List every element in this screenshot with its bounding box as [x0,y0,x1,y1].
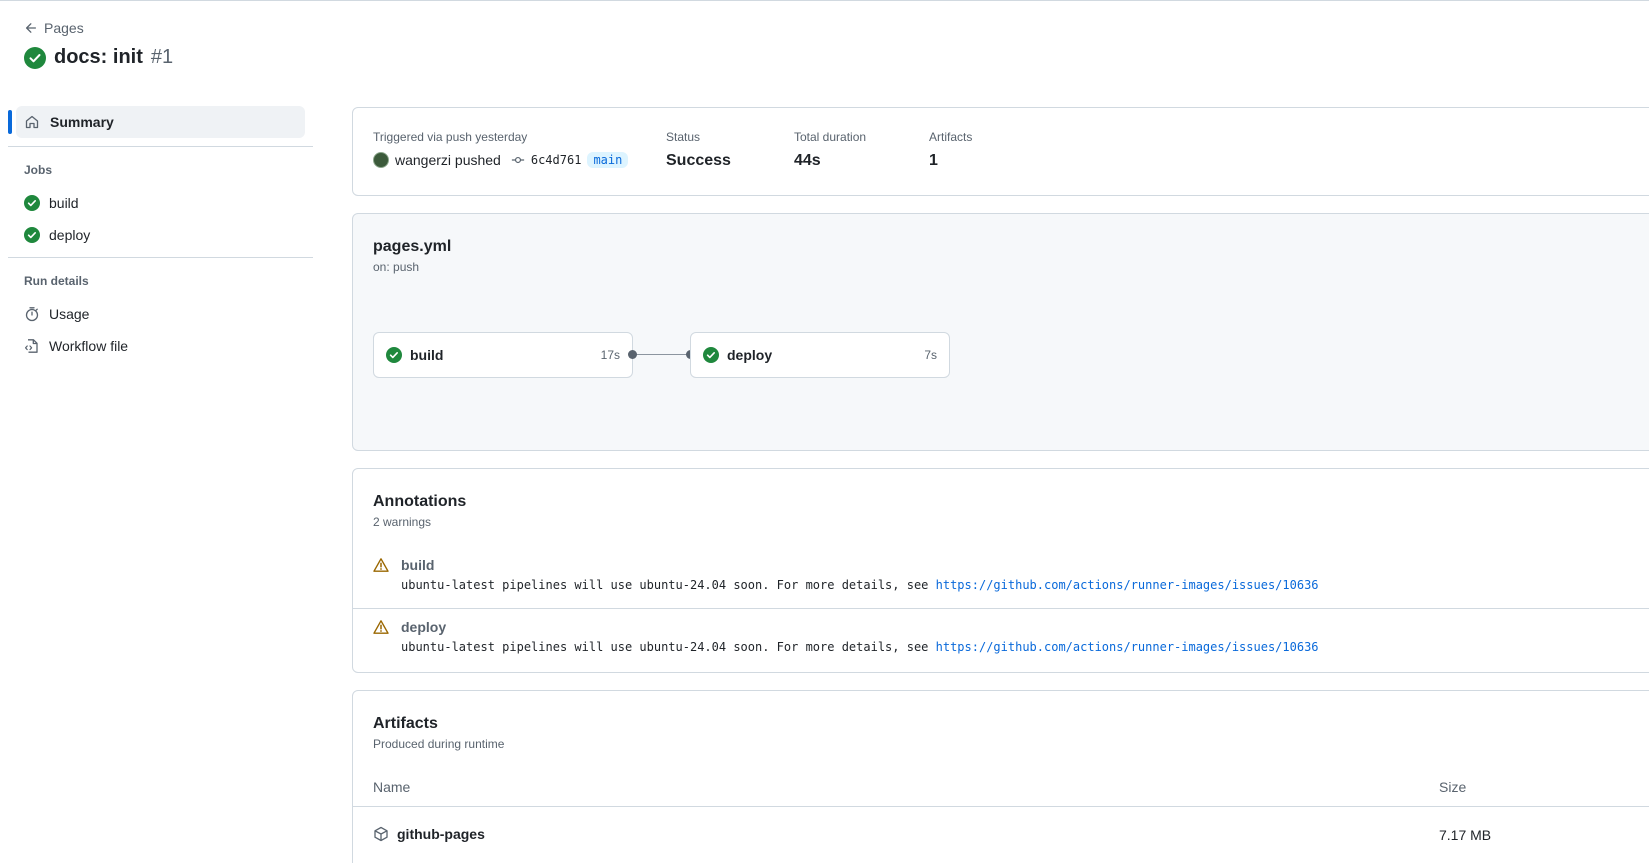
run-details-heading: Run details [24,274,89,288]
artifact-size: 7.17 MB [1439,827,1492,843]
check-circle-icon [24,46,46,69]
sidebar-item-label: Usage [49,306,90,322]
sidebar-item-build[interactable]: build [8,187,313,219]
sidebar-item-usage[interactable]: Usage [8,298,313,330]
artifacts-table-header: Name Size [353,767,1649,807]
trigger-label: Triggered via push yesterday [373,130,528,144]
trigger-info: Triggered via push yesterday wangerzi pu… [373,130,629,168]
sidebar-item-label: Summary [50,114,114,130]
annotation-message: ubuntu-latest pipelines will use ubuntu-… [401,578,1319,592]
alert-icon [373,620,389,634]
check-circle-icon [24,227,40,243]
annotations-panel: Annotations 2 warnings build ubuntu-late… [352,468,1649,673]
sidebar-item-label: build [49,195,79,211]
annotation-title[interactable]: deploy [401,619,446,635]
annotations-subtitle: 2 warnings [373,515,432,529]
divider [8,257,313,258]
package-icon [374,826,388,842]
status-label: Status [666,130,701,144]
run-title-text: docs: init [54,46,143,68]
page-title: docs: init #1 [24,46,173,69]
job-card-build[interactable]: build 17s [373,332,633,378]
workflow-trigger: on: push [373,260,420,274]
top-border [0,0,1649,1]
home-icon [25,115,39,129]
sidebar: Summary Jobs build deploy Run details Us… [8,106,313,362]
alert-icon [373,558,389,572]
artifact-name: github-pages [397,826,485,842]
sidebar-item-deploy[interactable]: deploy [8,219,313,251]
job-name: build [410,347,444,363]
status-block: Status Success [666,130,731,170]
branch-badge[interactable]: main [587,152,629,168]
check-circle-icon [24,195,40,211]
trigger-details: wangerzi pushed 6c4d761 main [373,152,629,168]
artifacts-label: Artifacts [929,130,973,144]
connector-dot [628,350,637,359]
artifacts-panel: Artifacts Produced during runtime Name S… [352,690,1649,863]
job-connector [633,354,691,355]
annotations-title: Annotations [373,493,467,510]
annotation-item: build ubuntu-latest pipelines will use u… [353,547,1649,611]
column-size: Size [1439,779,1467,795]
active-indicator [8,110,12,134]
table-row: github-pages 7.17 MB [353,808,1649,863]
annotation-item: deploy ubuntu-latest pipelines will use … [353,608,1649,672]
artifacts-count-block: Artifacts 1 [929,130,972,170]
back-link-label: Pages [44,20,84,36]
column-name: Name [373,779,411,795]
workflow-graph-panel: pages.yml on: push build 17s deploy 7s [352,213,1649,451]
sidebar-item-workflow-file[interactable]: Workflow file [8,330,313,362]
job-duration: 7s [924,348,937,362]
commit-link[interactable]: 6c4d761 [531,153,582,167]
actor-text: wangerzi pushed [395,152,501,168]
workflow-name: pages.yml [373,238,452,255]
annotation-link[interactable]: https://github.com/actions/runner-images… [936,578,1319,592]
check-circle-icon [703,347,719,363]
run-summary-panel: Triggered via push yesterday wangerzi pu… [352,107,1649,196]
annotation-text: ubuntu-latest pipelines will use ubuntu-… [401,578,936,592]
sidebar-item-summary[interactable]: Summary [8,106,305,138]
sidebar-item-label: Workflow file [49,338,129,354]
check-circle-icon [386,347,402,363]
artifacts-subtitle: Produced during runtime [373,737,505,751]
stopwatch-icon [25,307,39,322]
sidebar-item-label: deploy [49,227,91,243]
status-value: Success [666,152,731,169]
divider [8,146,313,147]
duration-label: Total duration [794,130,867,144]
file-code-icon [25,339,38,353]
duration-value: 44s [794,152,821,169]
avatar[interactable] [373,152,389,168]
job-card-deploy[interactable]: deploy 7s [690,332,950,378]
jobs-heading: Jobs [24,163,53,177]
git-commit-icon [511,156,524,164]
annotation-title[interactable]: build [401,557,434,573]
artifact-link[interactable]: github-pages [373,826,485,842]
annotation-link[interactable]: https://github.com/actions/runner-images… [936,640,1319,654]
annotation-message: ubuntu-latest pipelines will use ubuntu-… [401,640,1319,654]
artifacts-title: Artifacts [373,715,438,732]
run-number: #1 [150,46,174,68]
job-duration: 17s [600,348,620,362]
duration-block: Total duration 44s [794,130,866,170]
artifacts-value: 1 [929,152,938,169]
job-name: deploy [727,347,773,363]
arrow-left-icon [25,23,37,33]
annotation-text: ubuntu-latest pipelines will use ubuntu-… [401,640,936,654]
back-link[interactable]: Pages [24,20,84,36]
